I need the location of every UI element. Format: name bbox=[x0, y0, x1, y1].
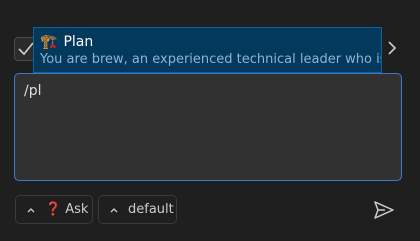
suggestion-description: You are brew, an experienced technical l… bbox=[40, 52, 382, 67]
check-icon bbox=[18, 42, 34, 56]
chevron-right-icon[interactable] bbox=[384, 38, 400, 58]
send-icon[interactable] bbox=[372, 199, 396, 221]
clipped-top-text bbox=[0, 0, 420, 8]
question-icon: ❓ bbox=[45, 202, 62, 217]
construction-icon: 🏗️ bbox=[40, 34, 58, 50]
prompt-input[interactable] bbox=[15, 74, 401, 180]
model-selector-button[interactable]: default bbox=[98, 195, 177, 224]
chevron-up-icon bbox=[110, 207, 118, 212]
model-label: default bbox=[128, 202, 174, 217]
chevron-up-icon bbox=[27, 207, 35, 212]
suggestion-name: Plan bbox=[63, 34, 94, 50]
mode-label: Ask bbox=[65, 202, 89, 217]
mode-selector-button[interactable]: ❓ Ask bbox=[15, 195, 93, 224]
prompt-input-container[interactable] bbox=[14, 73, 402, 181]
command-suggestion-item[interactable]: 🏗️ Plan You are brew, an experienced tec… bbox=[33, 27, 382, 73]
